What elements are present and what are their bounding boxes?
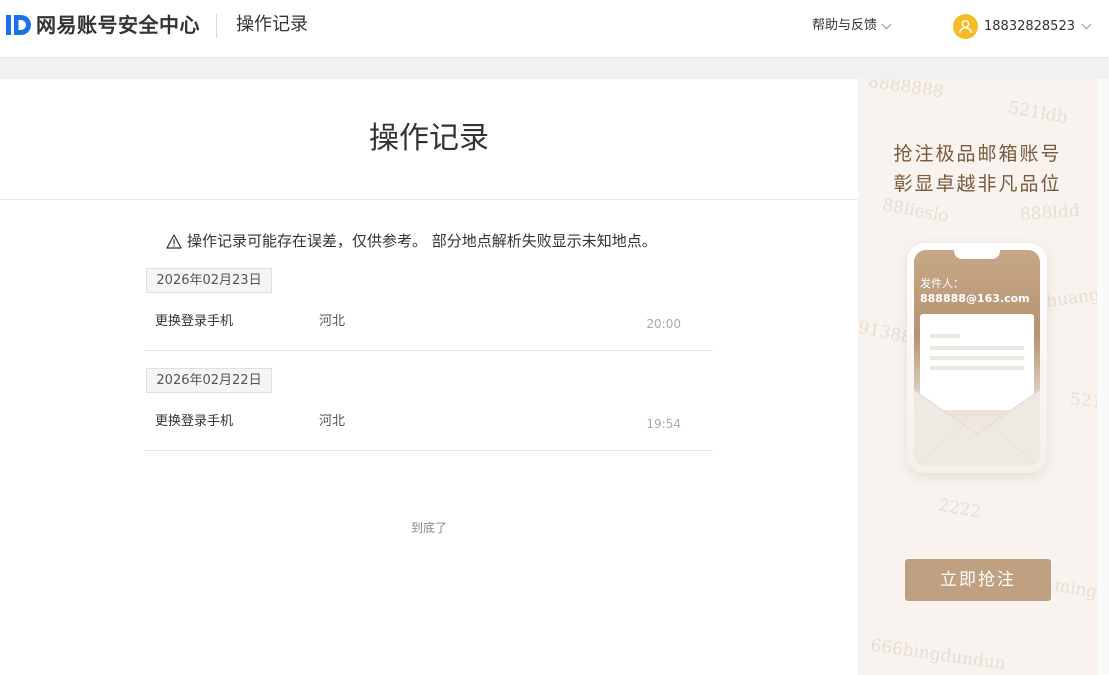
- top-header: 网易账号安全中心 操作记录 帮助与反馈 18832828523: [0, 0, 1109, 58]
- watermark: 8888888: [866, 79, 945, 103]
- notice: 操作记录可能存在误差，仅供参考。 部分地点解析失败显示未知地点。: [166, 230, 657, 252]
- user-menu[interactable]: 18832828523: [953, 14, 1092, 39]
- phone-notch: [954, 250, 1000, 259]
- record-action: 更换登录手机: [155, 314, 234, 329]
- ad-slogan-line: 彰显卓越非凡品位: [893, 173, 1062, 195]
- premium-email-ad[interactable]: 8888888 521ldb 88lieslo 888ldd 91388 hua…: [858, 79, 1097, 675]
- sender-label: 发件人：: [920, 277, 964, 290]
- header-divider: [216, 14, 217, 38]
- phone-illustration: 发件人： 888888@163.com: [907, 243, 1047, 473]
- record-action: 更换登录手机: [155, 414, 234, 429]
- record-row: 更换登录手机 河北 19:54: [144, 405, 713, 451]
- netease-id-logo-icon[interactable]: [4, 12, 34, 38]
- date-tag: 2026年02月23日: [146, 268, 272, 293]
- ad-slogan-line: 抢注极品邮箱账号: [893, 143, 1062, 165]
- watermark: 888ldd: [1019, 200, 1081, 226]
- operation-records-panel: 操作记录 操作记录可能存在误差，仅供参考。 部分地点解析失败显示未知地点。 20…: [0, 79, 858, 675]
- help-feedback-label: 帮助与反馈: [812, 18, 878, 33]
- record-row: 更换登录手机 河北 20:00: [144, 305, 713, 351]
- record-time: 19:54: [646, 417, 681, 431]
- header-page-name: 操作记录: [236, 14, 308, 35]
- record-location: 河北: [319, 314, 346, 329]
- record-time: 20:00: [646, 317, 681, 331]
- watermark: 521: [1069, 389, 1097, 413]
- chevron-down-icon: [881, 19, 892, 29]
- user-icon: [959, 20, 972, 34]
- help-feedback-menu[interactable]: 帮助与反馈: [812, 17, 892, 35]
- username: 18832828523: [984, 19, 1075, 34]
- record-location: 河北: [319, 414, 346, 429]
- sender-email: 888888@163.com: [920, 292, 1030, 305]
- watermark: 666bingdundun: [869, 635, 1007, 675]
- watermark: 88lieslo: [880, 195, 951, 227]
- page-title: 操作记录: [369, 121, 489, 156]
- date-tag: 2026年02月22日: [146, 368, 272, 393]
- ad-slogan: 抢注极品邮箱账号 彰显卓越非凡品位: [858, 139, 1097, 199]
- envelope-icon: [914, 389, 1040, 466]
- title-divider: [0, 199, 858, 200]
- brand-title[interactable]: 网易账号安全中心: [36, 12, 200, 38]
- watermark: 91388: [858, 317, 914, 349]
- notice-text: 操作记录可能存在误差，仅供参考。 部分地点解析失败显示未知地点。: [187, 232, 657, 250]
- watermark: ming: [1052, 575, 1097, 603]
- chevron-down-icon: [1081, 19, 1092, 30]
- warning-icon: [166, 233, 182, 249]
- end-of-list: 到底了: [410, 521, 447, 535]
- watermark: 2222: [936, 495, 983, 523]
- page-scrollbar-track[interactable]: [1097, 79, 1109, 675]
- watermark: huangsu: [1044, 281, 1097, 313]
- watermark: 521ldb: [1006, 97, 1069, 129]
- phone-screen: 发件人： 888888@163.com: [914, 250, 1040, 466]
- avatar: [953, 14, 978, 39]
- register-now-button[interactable]: 立即抢注: [905, 559, 1051, 601]
